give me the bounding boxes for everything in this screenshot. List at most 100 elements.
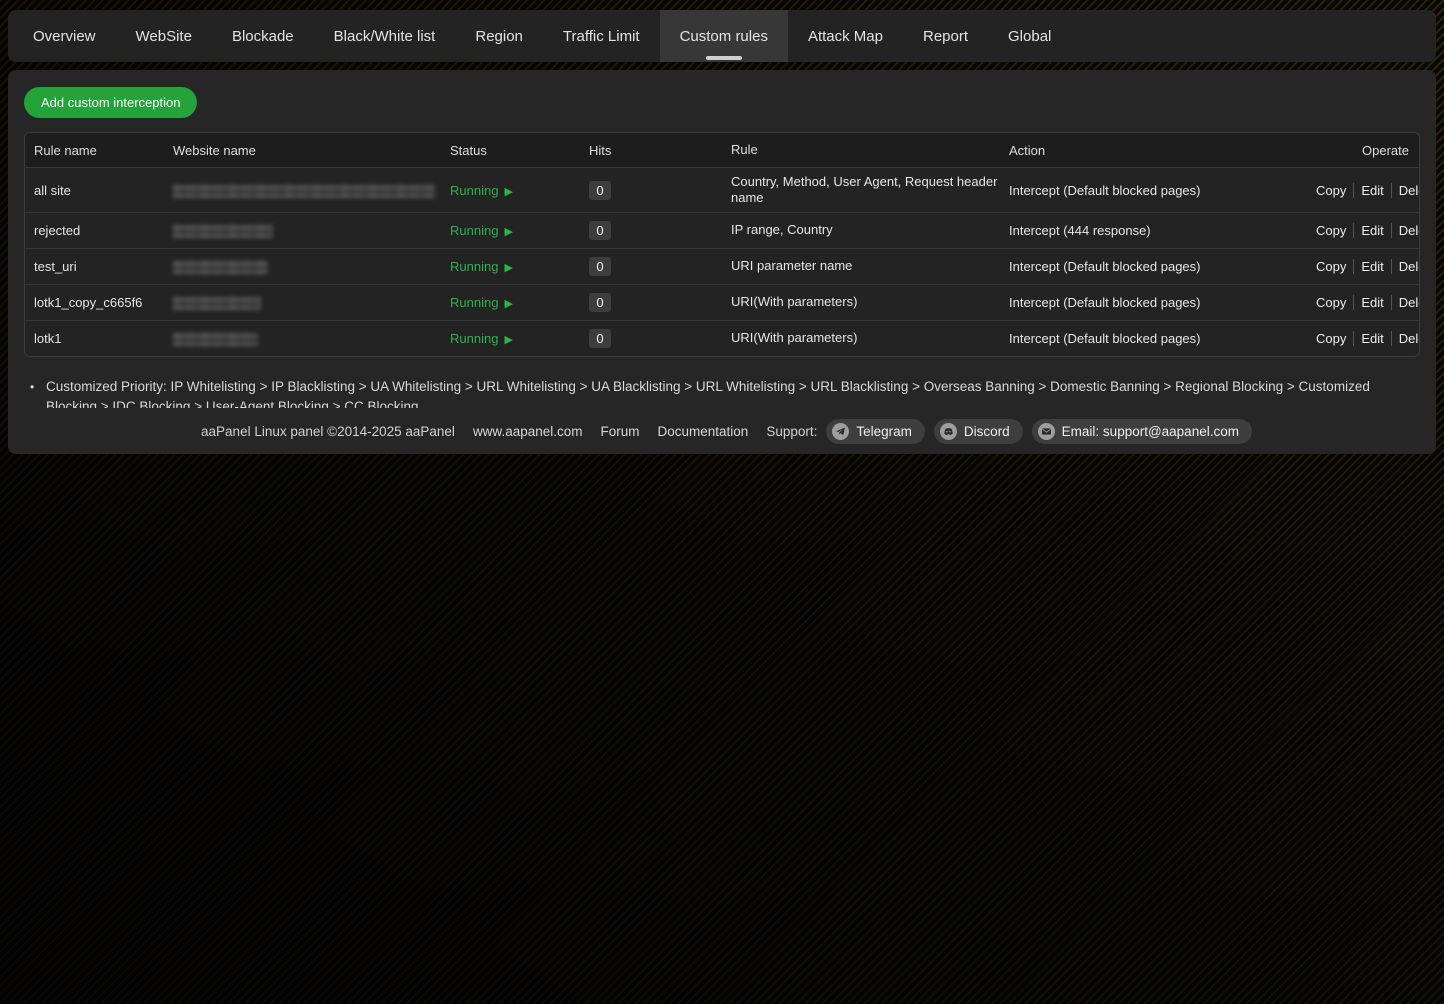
tab-label: Custom rules [680, 28, 768, 45]
action-cell: Intercept (Default blocked pages) [1000, 291, 1300, 314]
tab-overview[interactable]: Overview [8, 10, 116, 62]
footer-bar: aaPanel Linux panel ©2014-2025 aaPanel w… [16, 408, 1428, 454]
telegram-button[interactable]: Telegram [826, 419, 925, 444]
edit-link[interactable]: Edit [1353, 223, 1390, 238]
hits-badge: 0 [589, 257, 611, 276]
email-label: Email: support@aapanel.com [1062, 424, 1239, 439]
discord-label: Discord [964, 424, 1010, 439]
copyright-text: aaPanel Linux panel ©2014-2025 aaPanel [201, 424, 455, 439]
copy-link[interactable]: Copy [1309, 183, 1353, 198]
table-row: lotk1_copy_c665f6 Running ▶ 0 URI(With pa… [25, 284, 1419, 320]
hits-cell: 0 [580, 217, 722, 244]
hits-badge: 0 [589, 181, 611, 200]
hits-badge: 0 [589, 221, 611, 240]
edit-link[interactable]: Edit [1353, 295, 1390, 310]
play-toggle-icon[interactable]: ▶ [504, 226, 512, 238]
email-icon [1038, 423, 1055, 440]
rule-cell: URI parameter name [722, 254, 1000, 278]
copy-link[interactable]: Copy [1309, 331, 1353, 346]
email-button[interactable]: Email: support@aapanel.com [1032, 419, 1252, 444]
hits-cell: 0 [580, 325, 722, 352]
col-header-status: Status [441, 139, 580, 162]
add-custom-interception-button[interactable]: Add custom interception [24, 87, 197, 118]
tab-label: Black/White list [334, 28, 436, 45]
hits-cell: 0 [580, 289, 722, 316]
status-cell: Running ▶ [441, 219, 580, 242]
forum-link[interactable]: Forum [601, 424, 640, 439]
tab-global[interactable]: Global [988, 10, 1071, 62]
edit-link[interactable]: Edit [1353, 183, 1390, 198]
redacted-website-name [173, 296, 261, 310]
play-toggle-icon[interactable]: ▶ [504, 334, 512, 346]
website-name-cell [164, 291, 441, 315]
rule-cell: URI(With parameters) [722, 326, 1000, 350]
delete-link[interactable]: Delete [1391, 223, 1420, 238]
status-running-label: Running [450, 259, 498, 274]
tab-label: Traffic Limit [563, 28, 640, 45]
table-row: lotk1 Running▶ 0 URI(With parameters) In… [25, 320, 1419, 356]
rule-cell: URI(With parameters) [722, 290, 1000, 314]
rules-table: Rule name Website name Status Hits Rule … [24, 132, 1420, 357]
tab-blockade[interactable]: Blockade [212, 10, 314, 62]
tab-traffic-limit[interactable]: Traffic Limit [543, 10, 660, 62]
status-cell: Running ▶ [441, 291, 580, 314]
delete-link[interactable]: Delete [1391, 331, 1420, 346]
action-cell: Intercept (Default blocked pages) [1000, 255, 1300, 278]
website-link[interactable]: www.aapanel.com [473, 424, 583, 439]
status-running-label: Running [450, 331, 498, 346]
status-running-label: Running [450, 223, 498, 238]
col-header-operate: Operate [1300, 139, 1419, 162]
delete-link[interactable]: Delete [1391, 295, 1420, 310]
operate-cell: CopyEditDelete [1300, 291, 1420, 314]
active-tab-indicator [706, 56, 742, 60]
discord-button[interactable]: Discord [934, 419, 1023, 444]
custom-rules-panel: Add custom interception Rule name Websit… [8, 70, 1436, 454]
redacted-website-name [173, 224, 273, 238]
rule-name-cell: lotk1_copy_c665f6 [25, 291, 164, 314]
table-row: rejected Running ▶ 0 IP range, Country In… [25, 212, 1419, 248]
website-name-cell [164, 219, 441, 243]
tab-attack-map[interactable]: Attack Map [788, 10, 903, 62]
col-header-action: Action [1000, 139, 1300, 162]
redacted-website-name [173, 332, 258, 346]
status-cell: Running ▶ [441, 255, 580, 278]
rule-name-cell: all site [25, 179, 164, 202]
website-name-cell [164, 255, 441, 279]
main-nav-tabs: Overview WebSite Blockade Black/White li… [8, 10, 1436, 62]
operate-cell: CopyEditDelete [1300, 255, 1420, 278]
copy-link[interactable]: Copy [1309, 223, 1353, 238]
tab-label: Region [475, 28, 523, 45]
action-cell: Intercept (444 response) [1000, 219, 1300, 242]
operate-cell: CopyEditDelete [1300, 179, 1420, 202]
delete-link[interactable]: Delete [1391, 259, 1420, 274]
support-label: Support: [766, 424, 817, 439]
col-header-rule: Rule [722, 138, 1000, 162]
table-row: all site Running▶ 0 Country, Method, Use… [25, 167, 1419, 212]
tab-report[interactable]: Report [903, 10, 988, 62]
status-running-label: Running [450, 295, 498, 310]
rule-name-cell: test_uri [25, 255, 164, 278]
copy-link[interactable]: Copy [1309, 259, 1353, 274]
telegram-icon [832, 423, 849, 440]
status-cell: Running ▶ [441, 327, 580, 350]
delete-link[interactable]: Delete [1391, 183, 1420, 198]
tab-custom-rules[interactable]: Custom rules [660, 10, 788, 62]
table-header-row: Rule name Website name Status Hits Rule … [25, 133, 1419, 167]
action-cell: Intercept (Default blocked pages) [1000, 327, 1300, 350]
tab-black-white-list[interactable]: Black/White list [314, 10, 456, 62]
hits-cell: 0 [580, 253, 722, 280]
rule-cell: Country, Method, User Agent, Request hea… [722, 170, 1000, 211]
play-toggle-icon[interactable]: ▶ [504, 262, 512, 274]
documentation-link[interactable]: Documentation [658, 424, 749, 439]
table-row: test_uri Running ▶ 0 URI parameter name I… [25, 248, 1419, 284]
edit-link[interactable]: Edit [1353, 259, 1390, 274]
play-toggle-icon[interactable]: ▶ [504, 186, 512, 198]
hits-badge: 0 [589, 293, 611, 312]
tab-region[interactable]: Region [455, 10, 543, 62]
edit-link[interactable]: Edit [1353, 331, 1390, 346]
play-toggle-icon[interactable]: ▶ [504, 298, 512, 310]
rule-cell: IP range, Country [722, 218, 1000, 242]
copy-link[interactable]: Copy [1309, 295, 1353, 310]
rule-name-cell: rejected [25, 219, 164, 242]
tab-website[interactable]: WebSite [116, 10, 212, 62]
